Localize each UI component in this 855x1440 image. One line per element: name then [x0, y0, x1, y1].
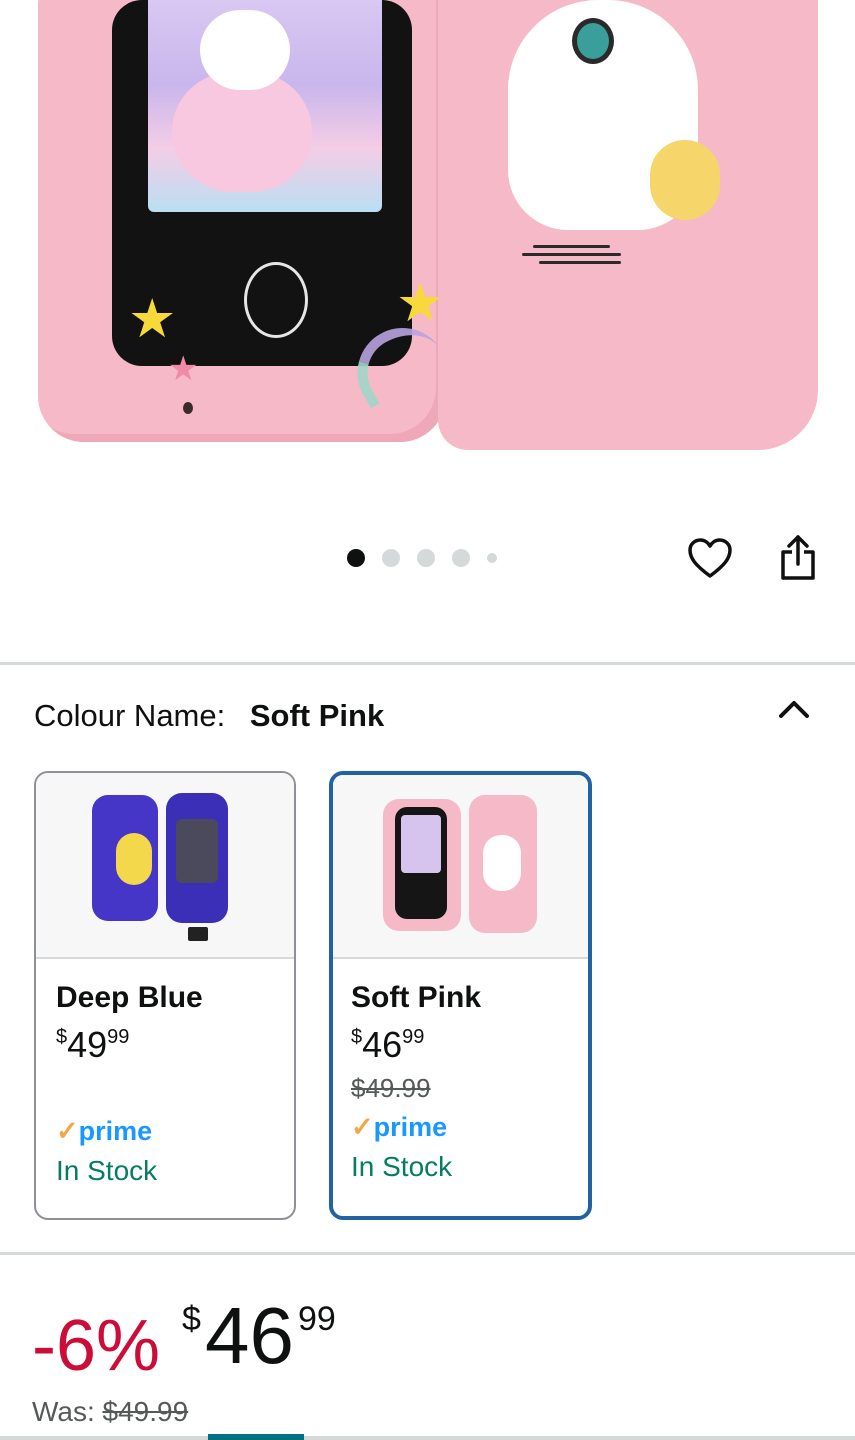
was-label: Was: [32, 1396, 95, 1427]
prime-label: prime [78, 1116, 153, 1146]
phone-screen-thumbnail [176, 819, 218, 883]
prime-check-icon: ✓ [56, 1116, 79, 1146]
colour-name-label: Colour Name: [34, 698, 226, 733]
unicorn-screen-illustration [200, 10, 290, 90]
prime-badge: ✓prime [56, 1116, 274, 1147]
price-whole: 46 [362, 1024, 403, 1065]
carousel-dot[interactable] [347, 549, 365, 567]
star-decoration-icon: ★ [128, 289, 177, 349]
price-fraction: 99 [297, 1300, 336, 1338]
dinosaur-thumbnail [116, 833, 152, 885]
carousel-dot[interactable] [417, 549, 435, 567]
colour-name-value: Soft Pink [249, 698, 385, 733]
colour-swatch-soft-pink[interactable]: Soft Pink $4699 $49.99 ✓prime In Stock [329, 771, 592, 1220]
section-divider [0, 1436, 855, 1440]
colour-swatch-deep-blue[interactable]: Deep Blue $4999 ✓prime In Stock [34, 771, 296, 1220]
wishlist-button[interactable] [686, 534, 734, 582]
carousel-dot[interactable] [452, 549, 470, 567]
chevron-up-icon [779, 701, 809, 718]
heart-icon [688, 538, 732, 578]
tab-indicator [208, 1434, 304, 1440]
product-image[interactable]: ★ ★ ★ [0, 0, 855, 520]
swatch-name: Deep Blue [56, 981, 203, 1014]
price-block: -6% $ 46 99 [32, 1296, 336, 1386]
prime-badge: ✓prime [351, 1112, 570, 1143]
price-whole: 49 [67, 1024, 108, 1065]
swatch-price: $4999 [56, 1027, 274, 1063]
swatch-list-price: $49.99 [351, 1073, 431, 1103]
section-divider [0, 662, 855, 665]
memory-card-thumbnail [188, 927, 208, 941]
was-value: $49.99 [102, 1396, 189, 1427]
prime-label: prime [373, 1112, 448, 1142]
currency-symbol: $ [182, 1300, 201, 1338]
currency-symbol: $ [56, 1026, 68, 1048]
current-price: $ 46 99 [182, 1296, 336, 1376]
price-fraction: 99 [107, 1026, 130, 1048]
phone-display-thumbnail [401, 815, 441, 873]
prime-check-icon: ✓ [351, 1112, 374, 1142]
currency-symbol: $ [351, 1026, 363, 1048]
microphone-hole-illustration [183, 402, 193, 414]
colour-collapse-button[interactable] [777, 694, 811, 722]
speaker-grille-illustration [522, 240, 632, 276]
price-whole: 46 [204, 1291, 294, 1380]
availability-text: In Stock [56, 1155, 158, 1186]
home-button-illustration [244, 262, 308, 338]
swatch-name: Soft Pink [351, 981, 482, 1014]
section-divider [0, 1252, 855, 1255]
unicorn-tail-illustration [650, 140, 720, 220]
image-carousel-dots[interactable] [347, 549, 497, 567]
price-fraction: 99 [402, 1026, 425, 1048]
swatch-image-soft-pink [333, 775, 588, 959]
cloud-illustration [172, 72, 312, 192]
availability-text: In Stock [351, 1151, 453, 1182]
unicorn-thumbnail [483, 835, 521, 891]
was-price: Was: $49.99 [32, 1396, 188, 1428]
discount-percentage: -6% [32, 1306, 161, 1386]
swatch-image-deep-blue [36, 773, 294, 959]
unicorn-eye-illustration [572, 18, 614, 64]
carousel-dot[interactable] [382, 549, 400, 567]
colour-name-row: Colour Name: Soft Pink [34, 698, 384, 734]
share-button[interactable] [774, 534, 822, 582]
star-decoration-icon: ★ [168, 350, 199, 388]
swatch-price: $4699 [351, 1027, 570, 1063]
share-icon [781, 535, 815, 580]
carousel-dot[interactable] [487, 553, 497, 563]
